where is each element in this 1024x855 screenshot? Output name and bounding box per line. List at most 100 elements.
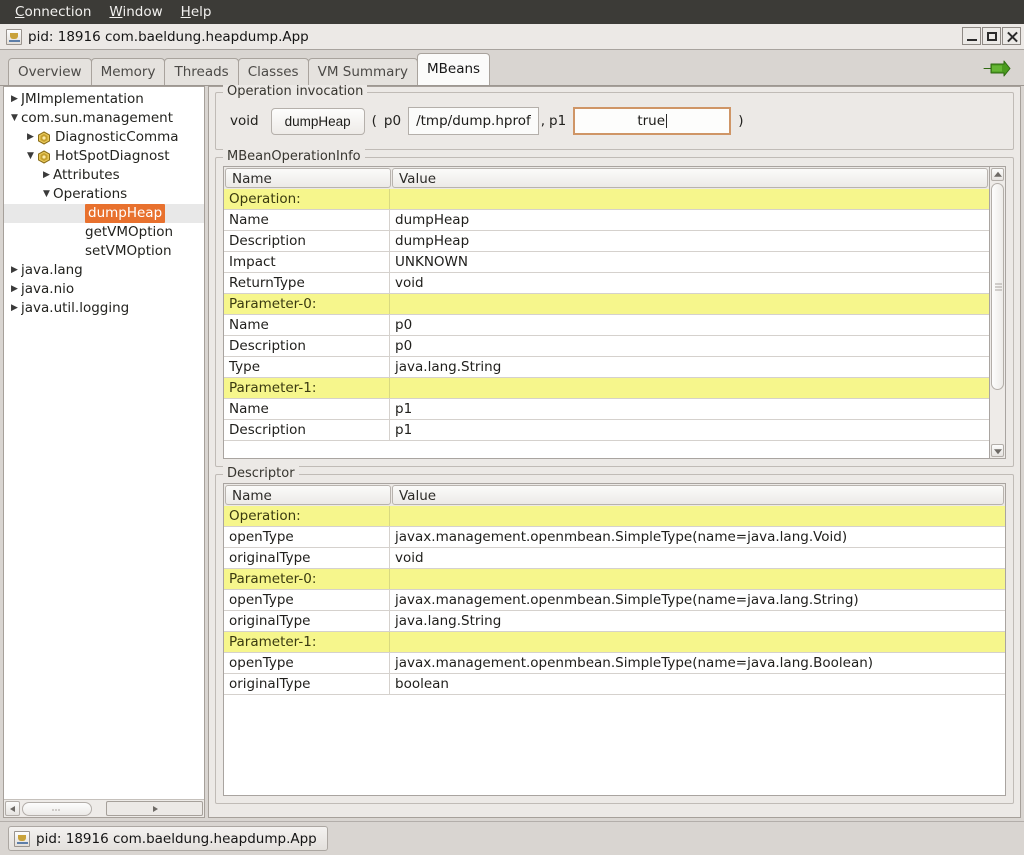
tree-node[interactable]: ▶JMImplementation [4, 90, 204, 109]
table-section-row[interactable]: Parameter-0: [224, 294, 989, 315]
java-cup-icon [14, 831, 30, 847]
table-section-row[interactable]: Parameter-1: [224, 378, 989, 399]
param-1-input[interactable]: true [573, 107, 731, 135]
column-header-value[interactable]: Value [392, 485, 1004, 505]
table-row[interactable]: originalTypejava.lang.String [224, 611, 1005, 632]
operation-info-group: MBeanOperationInfo Name Value Operation:… [215, 157, 1014, 467]
tree-node[interactable]: ▶setVMOption [4, 242, 204, 261]
maximize-button[interactable] [982, 27, 1001, 45]
table-section-row[interactable]: Parameter-1: [224, 632, 1005, 653]
cell-value: dumpHeap [390, 210, 989, 230]
param-comma: , [541, 113, 545, 129]
table-row[interactable]: openTypejavax.management.openmbean.Simpl… [224, 653, 1005, 674]
column-header-name[interactable]: Name [225, 485, 391, 505]
minimize-button[interactable] [962, 27, 981, 45]
scroll-left-button[interactable] [5, 801, 20, 816]
param-1-value: true [637, 113, 665, 129]
menu-item-window[interactable]: Window [100, 2, 171, 22]
tab-vm-summary[interactable]: VM Summary [308, 58, 418, 85]
operation-info-body[interactable]: Operation:NamedumpHeapDescriptiondumpHea… [224, 189, 989, 458]
cell-value: void [390, 273, 989, 293]
table-row[interactable]: DescriptiondumpHeap [224, 231, 989, 252]
scroll-track[interactable] [22, 802, 104, 816]
column-header-name[interactable]: Name [225, 168, 391, 188]
vscroll-track[interactable] [991, 183, 1004, 442]
tree-node[interactable]: ▶Attributes [4, 166, 204, 185]
table-row[interactable]: Descriptionp0 [224, 336, 989, 357]
tree-node[interactable]: ▶getVMOption [4, 223, 204, 242]
scroll-thumb[interactable] [22, 802, 92, 816]
table-row[interactable]: Typejava.lang.String [224, 357, 989, 378]
cell-value: UNKNOWN [390, 252, 989, 272]
tree-node[interactable]: ▶java.lang [4, 261, 204, 280]
window-title-bar: pid: 18916 com.baeldung.heapdump.App [0, 24, 1024, 50]
table-section-row[interactable]: Parameter-0: [224, 569, 1005, 590]
tree-horizontal-scrollbar[interactable] [4, 799, 204, 817]
vscroll-thumb[interactable] [991, 183, 1004, 390]
mbean-icon [37, 131, 51, 145]
chevron-right-icon[interactable]: ▶ [8, 299, 21, 318]
invoke-dumpheap-button[interactable]: dumpHeap [271, 108, 365, 135]
tree-node[interactable]: ▶DiagnosticComma [4, 128, 204, 147]
tree-node[interactable]: ▼com.sun.management [4, 109, 204, 128]
scroll-down-button[interactable] [991, 444, 1004, 457]
taskbar-item-app[interactable]: pid: 18916 com.baeldung.heapdump.App [8, 826, 328, 851]
tree-node[interactable]: ▶java.util.logging [4, 299, 204, 318]
tab-mbeans[interactable]: MBeans [417, 53, 490, 85]
menu-item-help[interactable]: Help [172, 2, 221, 22]
cell-name: originalType [224, 674, 390, 694]
scroll-up-button[interactable] [991, 168, 1004, 181]
tree-node[interactable]: ▼Operations [4, 185, 204, 204]
chevron-right-icon[interactable]: ▶ [8, 280, 21, 299]
table-section-row[interactable]: Operation: [224, 506, 1005, 527]
tree-node[interactable]: ▼HotSpotDiagnost [4, 147, 204, 166]
cell-value: java.lang.String [390, 611, 1005, 631]
cell-name: Name [224, 315, 390, 335]
table-row[interactable]: Descriptionp1 [224, 420, 989, 441]
chevron-down-icon[interactable]: ▼ [40, 185, 53, 204]
param-0-input[interactable]: /tmp/dump.hprof [408, 107, 539, 135]
table-section-row[interactable]: Operation: [224, 189, 989, 210]
tree-node-label: getVMOption [85, 223, 173, 242]
table-row[interactable]: originalTypeboolean [224, 674, 1005, 695]
table-row[interactable]: openTypejavax.management.openmbean.Simpl… [224, 527, 1005, 548]
column-header-value[interactable]: Value [392, 168, 988, 188]
operation-info-vertical-scrollbar[interactable] [990, 166, 1006, 459]
tab-threads[interactable]: Threads [164, 58, 238, 85]
cell-name: openType [224, 527, 390, 547]
scroll-right-button[interactable] [106, 801, 203, 816]
operation-invocation-group: Operation invocation void dumpHeap ( p0 … [215, 92, 1014, 150]
main-split: ▶JMImplementation▼com.sun.management▶Dia… [0, 86, 1024, 821]
param-0-label: p0 [384, 113, 401, 129]
tree-node[interactable]: ▶java.nio [4, 280, 204, 299]
table-row[interactable]: openTypejavax.management.openmbean.Simpl… [224, 590, 1005, 611]
mbean-tree[interactable]: ▶JMImplementation▼com.sun.management▶Dia… [4, 87, 204, 799]
chevron-right-icon[interactable]: ▶ [8, 90, 21, 109]
table-row[interactable]: NamedumpHeap [224, 210, 989, 231]
chevron-right-icon[interactable]: ▶ [8, 261, 21, 280]
table-row[interactable]: ImpactUNKNOWN [224, 252, 989, 273]
table-row[interactable]: Namep0 [224, 315, 989, 336]
menu-item-connection[interactable]: CConnectiononnection [6, 2, 100, 22]
table-row[interactable]: originalTypevoid [224, 548, 1005, 569]
tab-overview[interactable]: Overview [8, 58, 92, 85]
java-cup-icon [6, 29, 22, 45]
chevron-down-icon[interactable]: ▼ [8, 109, 21, 128]
tab-classes[interactable]: Classes [238, 58, 309, 85]
cell-name: Type [224, 357, 390, 377]
table-row[interactable]: ReturnTypevoid [224, 273, 989, 294]
tab-memory[interactable]: Memory [91, 58, 166, 85]
cell-name: Parameter-1: [224, 632, 390, 652]
cell-name: Name [224, 210, 390, 230]
cell-value: p0 [390, 315, 989, 335]
cell-value: java.lang.String [390, 357, 989, 377]
tree-node[interactable]: ▶dumpHeap [4, 204, 204, 223]
jconsole-window: CConnectiononnection Window Help pid: 18… [0, 0, 1024, 855]
descriptor-body[interactable]: Operation:openTypejavax.management.openm… [224, 506, 1005, 795]
green-arrow-icon[interactable] [982, 59, 1012, 78]
chevron-right-icon[interactable]: ▶ [24, 128, 37, 147]
chevron-down-icon[interactable]: ▼ [24, 147, 37, 166]
close-button[interactable] [1002, 27, 1021, 45]
chevron-right-icon[interactable]: ▶ [40, 166, 53, 185]
table-row[interactable]: Namep1 [224, 399, 989, 420]
